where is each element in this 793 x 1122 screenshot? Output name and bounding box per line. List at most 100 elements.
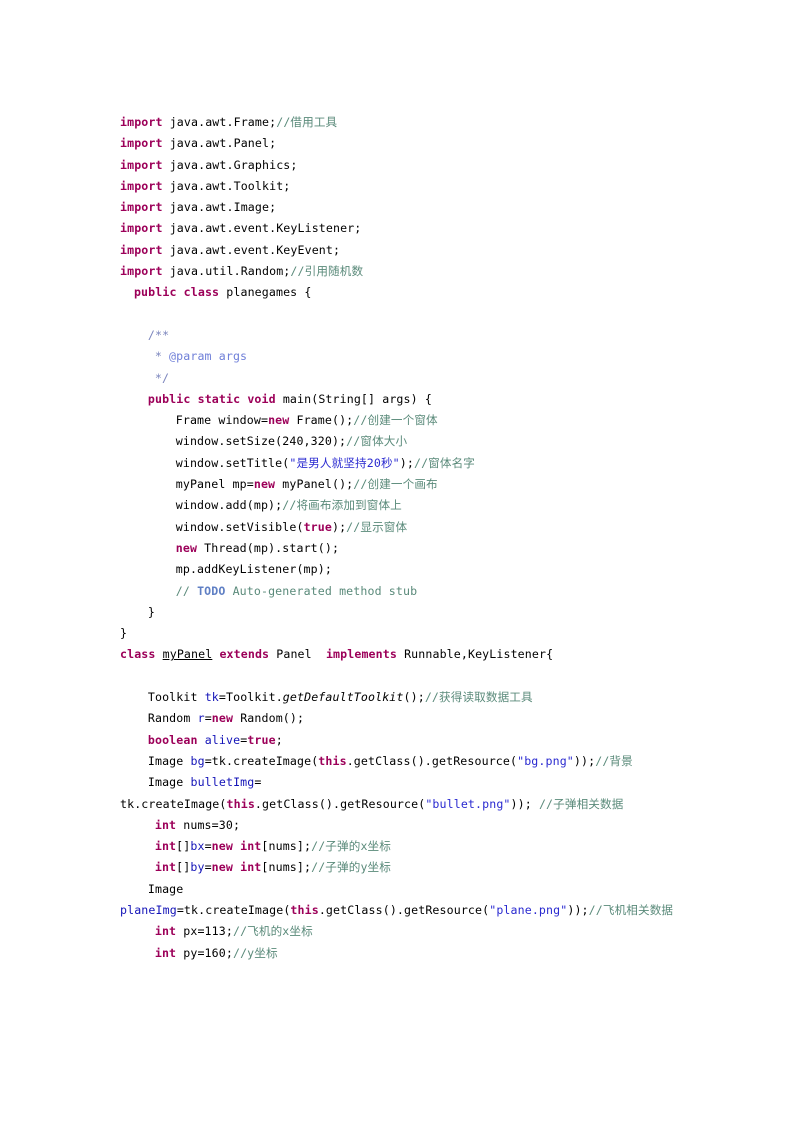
code-token-plain: Image <box>147 775 191 790</box>
code-token-plain: Thread(mp).start(); <box>197 540 340 555</box>
code-token-tag: @param <box>169 349 212 364</box>
code-token-kw: int <box>154 860 177 875</box>
code-token-plain: Image <box>147 753 191 768</box>
code-token-cmt: //子弹的y坐标 <box>311 860 391 875</box>
code-line: int[]bx=new int[nums];//子弹的x坐标 <box>120 836 680 857</box>
code-token-plain: Frame window= <box>175 413 269 428</box>
code-token-kw: int <box>154 817 177 832</box>
code-token-doc: */ <box>154 370 170 385</box>
code-token-plain: [] <box>176 839 191 854</box>
code-token-cmt: //子弹相关数据 <box>538 796 624 811</box>
code-token-cmt: //y坐标 <box>232 945 278 960</box>
code-token-kw: int <box>240 839 262 854</box>
code-token-plain: myPanel(); <box>275 477 354 492</box>
code-line: int nums=30; <box>120 815 680 836</box>
code-token-cmt: //引用随机数 <box>290 264 364 279</box>
code-token-kw: static <box>197 391 241 406</box>
code-token-plain: (); <box>403 690 425 705</box>
code-token-kw: this <box>290 902 319 917</box>
code-line: import java.awt.Frame;//借用工具 <box>120 112 680 133</box>
code-token-cmt: //子弹的x坐标 <box>311 839 391 854</box>
code-token-plain: window.setTitle( <box>175 455 290 470</box>
code-token-plain: = <box>254 775 262 790</box>
code-line: import java.awt.event.KeyEvent; <box>120 240 680 261</box>
code-token-plain: java.util.Random; <box>162 264 291 279</box>
code-token-plain: =tk.createImage( <box>204 753 319 768</box>
code-token-fld: planeImg <box>120 902 177 917</box>
code-token-plain: .getClass().getResource( <box>346 753 518 768</box>
code-token-cmt: //获得读取数据工具 <box>424 690 533 705</box>
code-token-plain: ); <box>399 455 414 470</box>
code-token-kw: new <box>211 711 234 726</box>
code-token-plain: java.awt.Frame; <box>162 115 277 129</box>
code-token-uline: myPanel <box>162 647 213 662</box>
code-token-plain: planegames { <box>219 285 312 300</box>
code-token-plain: } <box>120 626 128 641</box>
code-token-cmt: //窗体大小 <box>346 434 408 449</box>
code-token-doc: /** <box>147 327 170 342</box>
code-token-str: "是男人就坚持20秒" <box>289 455 400 470</box>
code-token-kw: import <box>120 242 163 257</box>
code-token-kw: int <box>240 860 262 875</box>
code-token-plain: Panel <box>269 647 326 662</box>
code-line: } <box>120 602 680 623</box>
code-token-kw: public <box>133 285 177 300</box>
code-token-plain: ; <box>275 732 283 747</box>
code-token-plain: window.add(mp); <box>175 498 283 513</box>
code-token-plain: .getClass().getResource( <box>318 902 490 917</box>
code-token-kw: boolean <box>147 732 198 747</box>
code-token-plain: window.setSize(240,320); <box>175 434 347 449</box>
code-token-cmt: //借用工具 <box>276 115 338 129</box>
code-token-cmt: //显示窗体 <box>346 519 408 534</box>
code-token-kw: import <box>120 178 163 193</box>
code-token-kw: int <box>154 924 177 939</box>
code-token-cmt: Auto-generated method stub <box>225 583 418 598</box>
code-line: window.setSize(240,320);//窗体大小 <box>120 431 680 452</box>
code-line: * @param args <box>120 346 680 367</box>
code-token-kw: new <box>253 477 276 492</box>
code-token-plain: java.awt.Toolkit; <box>162 178 291 193</box>
code-token-cmt: //飞机相关数据 <box>588 902 674 917</box>
code-line: int px=113;//飞机的x坐标 <box>120 921 680 942</box>
code-line: public static void main(String[] args) { <box>120 389 680 410</box>
code-line: // TODO Auto-generated method stub <box>120 581 680 602</box>
code-token-fld: tk <box>204 690 219 705</box>
code-token-kw: new <box>211 860 233 875</box>
code-token-plain: [] <box>176 860 191 875</box>
code-token-str: "bg.png" <box>517 753 574 768</box>
code-token-fld: r <box>197 711 205 726</box>
code-token-str: "plane.png" <box>489 902 568 917</box>
code-token-plain: main(String[] args) { <box>275 391 432 406</box>
code-token-kw: this <box>318 753 347 768</box>
code-token-fld: bx <box>190 839 205 854</box>
code-line: */ <box>120 368 680 389</box>
code-token-kw: this <box>226 796 255 811</box>
code-token-plain: java.awt.Image; <box>162 200 277 215</box>
code-token-cmt: //将画布添加到窗体上 <box>282 498 402 513</box>
code-token-fld: bulletImg <box>190 775 255 790</box>
code-token-plain: = <box>204 839 212 854</box>
code-line: import java.util.Random;//引用随机数 <box>120 261 680 282</box>
code-token-plain: px=113; <box>176 924 233 939</box>
code-line: myPanel mp=new myPanel();//创建一个画布 <box>120 474 680 495</box>
code-token-kw: new <box>175 540 198 555</box>
code-token-plain: window.setVisible( <box>175 519 304 534</box>
code-token-doc: * <box>154 349 170 364</box>
code-token-plain: java.awt.Graphics; <box>162 157 298 172</box>
code-line: class myPanel extends Panel implements R… <box>120 644 680 665</box>
code-line: new Thread(mp).start(); <box>120 538 680 559</box>
code-token-plain: )); <box>573 753 596 768</box>
code-token-todo: TODO <box>197 583 226 598</box>
code-token-kw: implements <box>325 647 397 662</box>
code-token-kw: true <box>247 732 276 747</box>
code-token-kw: extends <box>219 647 270 662</box>
code-token-cmt: //创建一个窗体 <box>353 413 438 428</box>
code-token-kw: import <box>120 136 163 151</box>
code-token-cmt: //背景 <box>595 753 633 768</box>
code-token-plain: Frame(); <box>289 413 354 428</box>
document-page: import java.awt.Frame;//借用工具 import java.… <box>0 0 793 1122</box>
